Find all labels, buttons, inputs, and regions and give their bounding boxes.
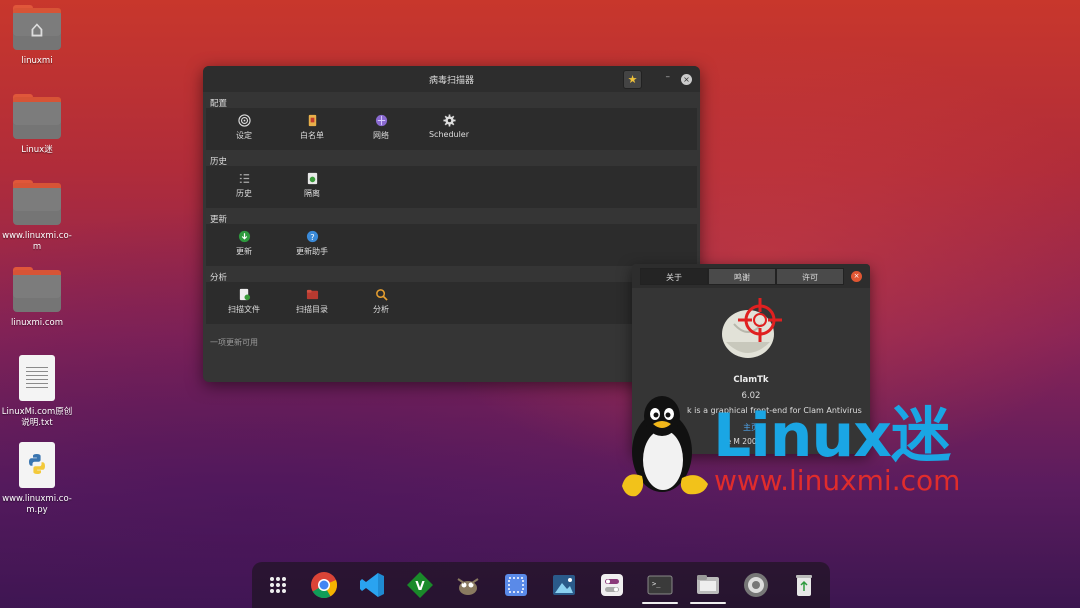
svg-text:?: ? — [310, 232, 314, 242]
tool-label: 更新助手 — [296, 247, 328, 256]
running-indicator — [690, 602, 726, 604]
section-config-row: 设定 白名单 网络 Scheduler — [206, 108, 697, 150]
tool-label: Scheduler — [428, 130, 470, 139]
tool-update-assistant[interactable]: ? 更新助手 — [282, 230, 342, 257]
desktop-icon-py-file[interactable]: www.linuxmi.co-m.py — [0, 442, 74, 516]
gimp-icon[interactable] — [454, 571, 482, 599]
dock: V >_ — [252, 562, 830, 608]
section-update-row: 更新 ? 更新助手 — [206, 224, 697, 266]
virus-scanner-window: 病毒扫描器 ★ – × 配置 设定 白名单 网络 Scheduler 历史 历史 — [203, 66, 700, 382]
folder-icon — [13, 267, 61, 312]
clamtk-logo-icon — [722, 298, 782, 358]
desktop-icon-home[interactable]: ⌂ linuxmi — [0, 5, 74, 67]
desktop-icon-label: www.linuxmi.co-m.py — [2, 494, 72, 515]
section-analysis-row: 扫描文件 扫描目录 分析 — [206, 282, 697, 324]
star-icon[interactable]: ★ — [623, 70, 642, 89]
vim-icon[interactable]: V — [406, 571, 434, 599]
desktop-icon-label: LinuxMi.com原创说明.txt — [1, 407, 73, 428]
tool-network[interactable]: 网络 — [351, 114, 411, 141]
tool-label: 扫描目录 — [296, 305, 328, 314]
text-file-icon — [19, 355, 55, 401]
desktop-icon-label: Linux迷 — [21, 145, 53, 155]
tool-label: 设定 — [236, 131, 252, 140]
tool-settings[interactable]: 设定 — [214, 114, 274, 141]
vscode-icon[interactable] — [358, 571, 386, 599]
home-folder-icon: ⌂ — [13, 5, 61, 50]
watermark-brand: Linux迷 — [713, 401, 951, 471]
chrome-icon[interactable] — [310, 571, 338, 599]
files-icon[interactable] — [694, 571, 722, 599]
tool-label: 扫描文件 — [228, 305, 260, 314]
svg-text:V: V — [415, 579, 425, 593]
linuxmi-watermark: Linux迷 www.linuxmi.com — [618, 390, 1008, 502]
tool-label: 白名单 — [300, 131, 324, 140]
tool-label: 分析 — [373, 305, 389, 314]
history-list-icon — [239, 174, 249, 183]
desktop-icon-txt-file[interactable]: LinuxMi.com原创说明.txt — [0, 355, 74, 429]
section-analysis-label: 分析 — [210, 273, 228, 283]
tool-scan-folder[interactable]: 扫描目录 — [282, 288, 342, 315]
python-file-icon — [19, 442, 55, 488]
tweaks-icon[interactable] — [598, 571, 626, 599]
close-icon[interactable]: × — [681, 74, 692, 85]
desktop-icon-linuxmi-folder[interactable]: Linux迷 — [0, 94, 74, 156]
close-icon[interactable]: × — [851, 271, 862, 282]
folder-icon — [13, 94, 61, 139]
tool-history[interactable]: 历史 — [214, 172, 274, 199]
desktop-icon-label: www.linuxmi.co-m — [2, 231, 72, 252]
tool-scan-file[interactable]: 扫描文件 — [214, 288, 274, 315]
desktop-icon-www-folder[interactable]: www.linuxmi.co-m — [0, 180, 74, 253]
app-name: ClamTk — [733, 375, 769, 385]
desktop-icon-label: linuxmi — [21, 56, 53, 66]
tool-label: 历史 — [236, 189, 252, 198]
trash-icon[interactable] — [790, 571, 818, 599]
terminal-icon[interactable]: >_ — [646, 571, 674, 599]
running-indicator — [642, 602, 678, 604]
tux-penguin-icon — [622, 396, 708, 497]
screenshot-icon[interactable] — [502, 571, 530, 599]
desktop-icon-com-folder[interactable]: linuxmi.com — [0, 267, 74, 329]
scan-file-icon — [239, 288, 250, 301]
svg-text:>_: >_ — [652, 580, 661, 588]
window-titlebar[interactable]: 病毒扫描器 ★ – × — [203, 66, 700, 92]
settings-icon[interactable] — [742, 571, 770, 599]
analysis-icon — [375, 289, 388, 301]
tab-credits[interactable]: 鸣谢 — [708, 268, 776, 285]
update-assistant-icon: ? — [306, 230, 318, 243]
tool-update[interactable]: 更新 — [214, 230, 274, 257]
network-icon — [375, 114, 387, 127]
quarantine-icon — [307, 172, 317, 185]
image-viewer-icon[interactable] — [550, 571, 578, 599]
tool-label: 隔离 — [304, 189, 320, 198]
tool-analysis[interactable]: 分析 — [351, 288, 411, 315]
tool-quarantine[interactable]: 隔离 — [282, 172, 342, 199]
tool-label: 更新 — [236, 247, 252, 256]
section-update-label: 更新 — [210, 215, 228, 225]
tool-scheduler[interactable]: Scheduler — [419, 114, 479, 139]
folder-icon — [13, 180, 61, 225]
update-icon — [238, 230, 250, 243]
scan-folder-icon — [306, 289, 318, 300]
scheduler-gear-icon — [442, 114, 456, 127]
section-config-label: 配置 — [210, 99, 228, 109]
desktop-icon-label: linuxmi.com — [10, 318, 64, 328]
tool-label: 网络 — [373, 131, 389, 140]
tab-about[interactable]: 关于 — [640, 268, 708, 285]
section-history-row: 历史 隔离 — [206, 166, 697, 208]
section-history-label: 历史 — [210, 157, 228, 167]
watermark-url: www.linuxmi.com — [714, 464, 961, 497]
about-tabbar: 关于 鸣谢 许可 × — [632, 264, 870, 288]
whitelist-icon — [308, 114, 316, 127]
settings-target-icon — [237, 114, 251, 127]
apps-grid-icon[interactable] — [264, 571, 292, 599]
minimize-icon[interactable]: – — [666, 72, 671, 82]
tool-whitelist[interactable]: 白名单 — [282, 114, 342, 141]
status-message: 一项更新可用 — [210, 338, 258, 347]
tab-license[interactable]: 许可 — [776, 268, 844, 285]
